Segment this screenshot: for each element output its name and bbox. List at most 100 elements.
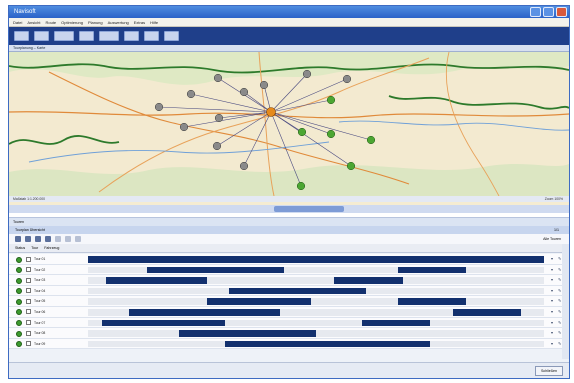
- tour-label: Tour 09: [34, 341, 46, 346]
- gantt-bar[interactable]: [88, 256, 544, 263]
- move-up-icon[interactable]: [55, 236, 61, 242]
- row-checkbox[interactable]: [26, 256, 31, 262]
- close-button[interactable]: [556, 7, 567, 17]
- gantt-row[interactable]: Tour 04 ▾ ✎: [9, 285, 569, 297]
- depot-marker[interactable]: [266, 107, 276, 117]
- maximize-button[interactable]: [543, 7, 554, 17]
- row-menu-icon[interactable]: ▾: [551, 330, 556, 335]
- gantt-bar[interactable]: [106, 277, 207, 284]
- gantt-bar[interactable]: [224, 340, 430, 348]
- menu-item-1[interactable]: Ansicht: [27, 20, 40, 25]
- row-menu-icon[interactable]: ▾: [551, 277, 556, 282]
- stop-marker[interactable]: [366, 135, 376, 145]
- row-checkbox[interactable]: [26, 267, 31, 273]
- row-checkbox[interactable]: [26, 330, 31, 336]
- row-menu-icon[interactable]: ▾: [551, 267, 556, 272]
- toolbar-button-3[interactable]: [54, 31, 74, 41]
- menu-item-7[interactable]: Hilfe: [150, 20, 158, 25]
- route-map[interactable]: [9, 52, 569, 212]
- row-checkbox[interactable]: [26, 309, 31, 315]
- gantt-row[interactable]: Tour 06 ▾ ✎: [9, 306, 569, 318]
- stop-marker[interactable]: [326, 129, 336, 139]
- menu-item-4[interactable]: Planung: [88, 20, 103, 25]
- gantt-track: [88, 330, 544, 337]
- stop-marker[interactable]: [297, 127, 307, 137]
- stop-marker[interactable]: [154, 102, 164, 112]
- gantt-bar[interactable]: [229, 287, 367, 295]
- row-checkbox[interactable]: [26, 320, 31, 326]
- stop-marker[interactable]: [326, 95, 336, 105]
- menu-item-6[interactable]: Extras: [134, 20, 145, 25]
- move-down-icon[interactable]: [65, 236, 71, 242]
- gantt-bar[interactable]: [398, 266, 467, 274]
- minimize-button[interactable]: [530, 7, 541, 17]
- gantt-bar[interactable]: [361, 319, 430, 327]
- edit-tour-icon[interactable]: [25, 236, 31, 242]
- toolbar-button-7[interactable]: [144, 31, 159, 41]
- column-tour[interactable]: Tour: [31, 244, 38, 252]
- gantt-vertical-scrollbar[interactable]: [562, 244, 569, 359]
- stop-marker[interactable]: [213, 73, 223, 83]
- gantt-bar[interactable]: [452, 308, 522, 316]
- gantt-row[interactable]: Tour 02 ▾ ✎: [9, 264, 569, 276]
- column-vehicle[interactable]: Fahrzeug: [44, 244, 59, 252]
- stop-marker[interactable]: [259, 80, 269, 90]
- menu-item-0[interactable]: Datei: [13, 20, 22, 25]
- row-menu-icon[interactable]: ▾: [551, 320, 556, 325]
- row-menu-icon[interactable]: ▾: [551, 256, 556, 261]
- title-bar: Navisoft: [9, 6, 569, 18]
- gantt-row[interactable]: Tour 09 ▾ ✎: [9, 338, 569, 350]
- stop-marker[interactable]: [346, 161, 356, 171]
- row-menu-icon[interactable]: ▾: [551, 288, 556, 293]
- row-menu-icon[interactable]: ▾: [551, 341, 556, 346]
- stop-marker[interactable]: [296, 181, 306, 191]
- map-canvas[interactable]: [9, 52, 569, 197]
- menu-item-5[interactable]: Auswertung: [108, 20, 129, 25]
- close-panel-button[interactable]: Schließen: [535, 366, 563, 376]
- column-status[interactable]: Status: [15, 244, 25, 252]
- gantt-bar[interactable]: [129, 308, 280, 316]
- gantt-bar[interactable]: [101, 319, 225, 327]
- row-checkbox[interactable]: [26, 288, 31, 294]
- stop-marker[interactable]: [302, 69, 312, 79]
- menu-item-2[interactable]: Route: [45, 20, 56, 25]
- map-scrollbar-thumb[interactable]: [274, 206, 344, 212]
- new-tour-icon[interactable]: [15, 236, 21, 242]
- gantt-row[interactable]: Tour 07 ▾ ✎: [9, 317, 569, 329]
- toolbar-button-1[interactable]: [14, 31, 29, 41]
- stop-marker[interactable]: [239, 161, 249, 171]
- stop-marker[interactable]: [239, 87, 249, 97]
- row-checkbox[interactable]: [26, 277, 31, 283]
- gantt-bar[interactable]: [334, 277, 403, 284]
- status-ok-icon: [16, 320, 22, 327]
- gantt-bar[interactable]: [147, 266, 285, 274]
- stop-marker[interactable]: [214, 113, 224, 123]
- stop-marker[interactable]: [179, 122, 189, 132]
- stop-marker[interactable]: [186, 89, 196, 99]
- toolbar-button-4[interactable]: [79, 31, 94, 41]
- toolbar-button-6[interactable]: [124, 31, 139, 41]
- tour-filter-select[interactable]: Alle Touren: [543, 237, 561, 241]
- row-menu-icon[interactable]: ▾: [551, 309, 556, 314]
- row-checkbox[interactable]: [26, 298, 31, 304]
- map-horizontal-scrollbar[interactable]: [9, 205, 569, 213]
- stop-marker[interactable]: [342, 74, 352, 84]
- gantt-row[interactable]: Tour 08 ▾ ✎: [9, 328, 569, 339]
- menu-item-3[interactable]: Optimierung: [61, 20, 83, 25]
- gantt-row[interactable]: Tour 03 ▾ ✎: [9, 275, 569, 286]
- toolbar-button-5[interactable]: [99, 31, 119, 41]
- toolbar-button-8[interactable]: [164, 31, 179, 41]
- delete-tour-icon[interactable]: [45, 236, 51, 242]
- status-ok-icon: [16, 267, 22, 274]
- toolbar-button-2[interactable]: [34, 31, 49, 41]
- copy-tour-icon[interactable]: [35, 236, 41, 242]
- row-menu-icon[interactable]: ▾: [551, 298, 556, 303]
- stop-marker[interactable]: [212, 141, 222, 151]
- gantt-bar[interactable]: [398, 298, 467, 305]
- gantt-bar[interactable]: [179, 330, 316, 337]
- gantt-bar[interactable]: [206, 298, 312, 305]
- gantt-row[interactable]: Tour 05 ▾ ✎: [9, 296, 569, 307]
- filter-icon[interactable]: [75, 236, 81, 242]
- gantt-row[interactable]: Tour 01 ▾ ✎: [9, 254, 569, 265]
- row-checkbox[interactable]: [26, 341, 31, 347]
